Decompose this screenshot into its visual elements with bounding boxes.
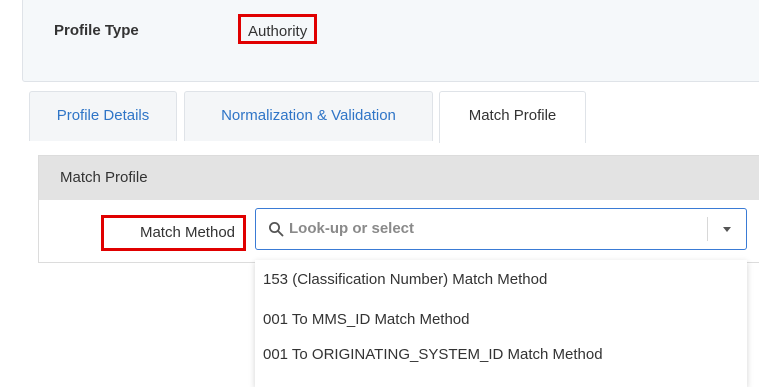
tab-normalization-validation[interactable]: Normalization & Validation — [184, 91, 433, 141]
tab-label: Profile Details — [56, 107, 150, 124]
match-method-select[interactable]: Look-up or select — [255, 208, 747, 250]
tab-label: Normalization & Validation — [221, 107, 396, 124]
section-header: Match Profile — [39, 156, 759, 200]
dropdown-option[interactable]: 001 To ORIGINATING_SYSTEM_ID Match Metho… — [263, 346, 603, 363]
tab-profile-details[interactable]: Profile Details — [29, 91, 177, 141]
profile-type-value: Authority — [238, 14, 318, 44]
tab-match-profile[interactable]: Match Profile — [439, 91, 586, 143]
select-placeholder: Look-up or select — [289, 220, 415, 237]
tab-label: Match Profile — [468, 107, 557, 124]
search-icon — [269, 222, 284, 237]
select-divider — [707, 217, 708, 241]
match-method-dropdown: 153 (Classification Number) Match Method… — [255, 260, 747, 387]
profile-type-label: Profile Type — [54, 22, 139, 39]
chevron-down-icon[interactable] — [723, 227, 731, 232]
match-method-label: Match Method — [101, 215, 246, 251]
dropdown-option[interactable]: 001 To MMS_ID Match Method — [263, 311, 469, 328]
profile-summary-panel — [22, 0, 759, 82]
dropdown-option[interactable]: 153 (Classification Number) Match Method — [263, 271, 547, 288]
